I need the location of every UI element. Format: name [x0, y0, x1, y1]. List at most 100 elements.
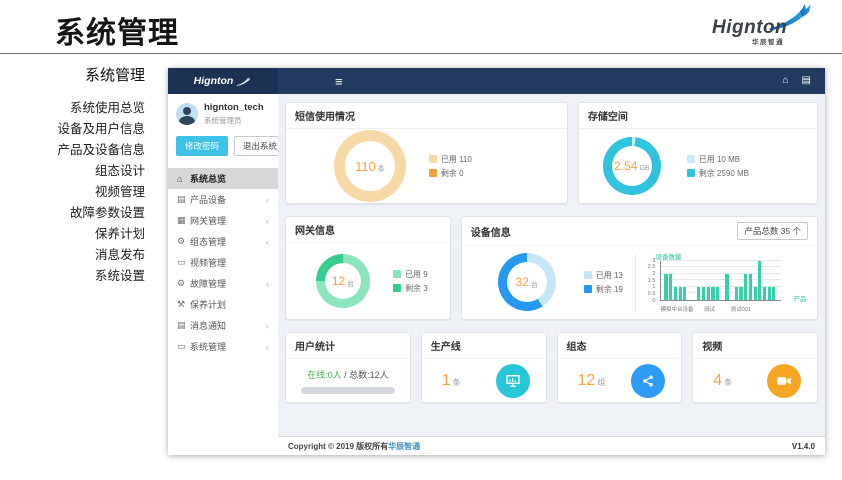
gateway-value: 12: [332, 274, 345, 288]
sidebar-item-label: 组态管理: [190, 235, 226, 248]
chevron-icon: ‹: [266, 237, 269, 247]
device-unit: 台: [531, 280, 538, 290]
home-icon: ⌂: [177, 174, 190, 184]
chevron-icon: ‹: [266, 279, 269, 289]
outer-nav-item-overview[interactable]: 系统使用总览: [0, 98, 145, 119]
sidebar-item-overview[interactable]: ⌂ 系统总览: [168, 168, 278, 189]
bar-yticks: 00.511.522.53: [639, 261, 658, 301]
legend-label: 剩余 0: [441, 168, 464, 179]
sidebar-item-scada[interactable]: ⚙ 组态管理 ‹: [168, 231, 278, 252]
legend-swatch: [429, 155, 437, 163]
sms-card: 短信使用情况 110 条 已用 110: [285, 102, 568, 204]
production-card: 生产线 1条: [421, 332, 547, 403]
sidebar: hignton_tech 系统管理员 修改密码 退出系统 ⌂ 系统总览 ▤: [168, 94, 278, 455]
storage-donut-chart: 2.54 GB: [603, 137, 661, 195]
gateway-donut-chart: 12 台: [316, 254, 370, 308]
outer-nav-item-settings[interactable]: 系统设置: [0, 266, 145, 287]
monitor-icon: ▭: [177, 341, 190, 352]
outer-nav-item-product-device[interactable]: 产品及设备信息: [0, 140, 145, 161]
bar-chart-xlabel: 产品: [793, 293, 806, 303]
header-divider: [0, 53, 842, 54]
video-card: 视频 4条: [692, 332, 818, 403]
sms-donut-chart: 110 条: [334, 130, 406, 202]
legend-label: 已用 13: [596, 270, 623, 281]
legend-swatch: [393, 284, 401, 292]
book-icon: ▤: [177, 320, 190, 331]
legend-label: 已用 9: [405, 269, 428, 280]
sms-value: 110: [355, 159, 376, 174]
device-donut-chart: 32 台: [498, 253, 556, 311]
sms-card-title: 短信使用情况: [295, 108, 355, 123]
dashboard-window: Hignton ≡ ⌂ ▤ hignton_tec: [168, 68, 825, 455]
navbar: Hignton ≡ ⌂ ▤: [168, 68, 825, 94]
sidebar-item-maintenance[interactable]: ⚒ 保养计划: [168, 294, 278, 315]
chevron-icon: ‹: [266, 321, 269, 331]
outer-nav: 系统管理 系统使用总览 设备及用户信息 产品及设备信息 组态设计 视频管理 故障…: [0, 64, 150, 287]
sidebar-item-label: 视频管理: [190, 256, 226, 269]
sidebar-item-message[interactable]: ▤ 消息通知 ‹: [168, 315, 278, 336]
gears-icon: ⚙: [177, 236, 190, 247]
legend-swatch: [393, 270, 401, 278]
user-role: 系统管理员: [204, 115, 264, 126]
sidebar-item-label: 故障管理: [190, 277, 226, 290]
home-icon[interactable]: ⌂: [783, 76, 789, 86]
outer-nav-item-maintenance[interactable]: 保养计划: [0, 224, 145, 245]
monitor-icon: ▭: [177, 257, 190, 268]
card-icon: ▦: [177, 215, 190, 226]
video-value: 4: [713, 372, 722, 389]
change-password-button[interactable]: 修改密码: [176, 136, 228, 156]
sidebar-item-system[interactable]: ▭ 系统管理 ‹: [168, 336, 278, 357]
device-card-title: 设备信息: [471, 224, 511, 239]
legend-label: 已用 10 MB: [699, 154, 740, 165]
monitor-chart-icon: [496, 364, 530, 398]
scada-value: 12: [578, 372, 596, 389]
users-card-title: 用户统计: [295, 338, 335, 353]
legend-label: 剩余 19: [596, 284, 623, 295]
sms-legend: 已用 110 剩余 0: [429, 151, 472, 182]
sidebar-item-gateway[interactable]: ▦ 网关管理 ‹: [168, 210, 278, 231]
video-unit: 条: [724, 378, 732, 387]
device-bar-chart: 设备数量 00.511.522.53 模拟中台设备测试测试001 产品: [639, 251, 807, 315]
file-icon[interactable]: ▤: [802, 76, 811, 86]
gateway-card: 网关信息 12 台 已用 9 剩余 3: [285, 216, 451, 320]
version-label: V1.4.0: [792, 442, 815, 451]
production-value: 1: [442, 372, 451, 389]
scada-card-title: 组态: [567, 338, 587, 353]
outer-nav-item-message[interactable]: 消息发布: [0, 245, 145, 266]
storage-card: 存储空间 2.54 GB 已用 10 MB: [578, 102, 818, 204]
sidebar-item-video[interactable]: ▭ 视频管理: [168, 252, 278, 273]
navbar-logo[interactable]: Hignton: [168, 68, 278, 94]
legend-swatch: [584, 271, 592, 279]
navbar-actions: ⌂ ▤: [783, 68, 826, 94]
chevron-icon: ‹: [266, 216, 269, 226]
video-camera-icon: [767, 364, 801, 398]
outer-nav-item-video[interactable]: 视频管理: [0, 182, 145, 203]
brand-subtitle: 华辰智通: [752, 36, 784, 46]
username: hignton_tech: [204, 102, 264, 113]
avatar[interactable]: [176, 103, 198, 125]
product-total-badge[interactable]: 产品总数 35 个: [737, 222, 808, 240]
dashboard-content: 短信使用情况 110 条 已用 110: [278, 94, 825, 436]
outer-nav-item-fault-params[interactable]: 故障参数设置: [0, 203, 145, 224]
bar-plot: [660, 261, 781, 301]
legend-label: 已用 110: [441, 154, 472, 165]
scada-unit: 组: [597, 378, 605, 387]
users-total: / 总数:12人: [342, 370, 389, 380]
sidebar-toggle-icon[interactable]: ≡: [335, 74, 343, 89]
device-card: 设备信息 产品总数 35 个 32 台: [461, 216, 818, 320]
outer-nav-item-device-user[interactable]: 设备及用户信息: [0, 119, 145, 140]
sidebar-item-fault[interactable]: ⚙ 故障管理 ‹: [168, 273, 278, 294]
users-online: 在线:0人: [307, 370, 342, 380]
sidebar-item-label: 保养计划: [190, 298, 226, 311]
storage-value: 2.54: [614, 159, 637, 173]
sidebar-item-label: 产品设备: [190, 193, 226, 206]
sidebar-item-product-device[interactable]: ▤ 产品设备 ‹: [168, 189, 278, 210]
video-card-title: 视频: [702, 338, 722, 353]
company-link[interactable]: 华辰智通: [388, 441, 420, 452]
gateway-unit: 台: [347, 279, 354, 289]
storage-unit: GB: [639, 165, 649, 172]
outer-nav-item-scada-design[interactable]: 组态设计: [0, 161, 145, 182]
dashboard-footer: Copyright © 2019 版权所有 华辰智通 V1.4.0: [278, 436, 825, 455]
page-title: 系统管理: [55, 8, 179, 52]
users-progress-bar: [301, 387, 395, 394]
